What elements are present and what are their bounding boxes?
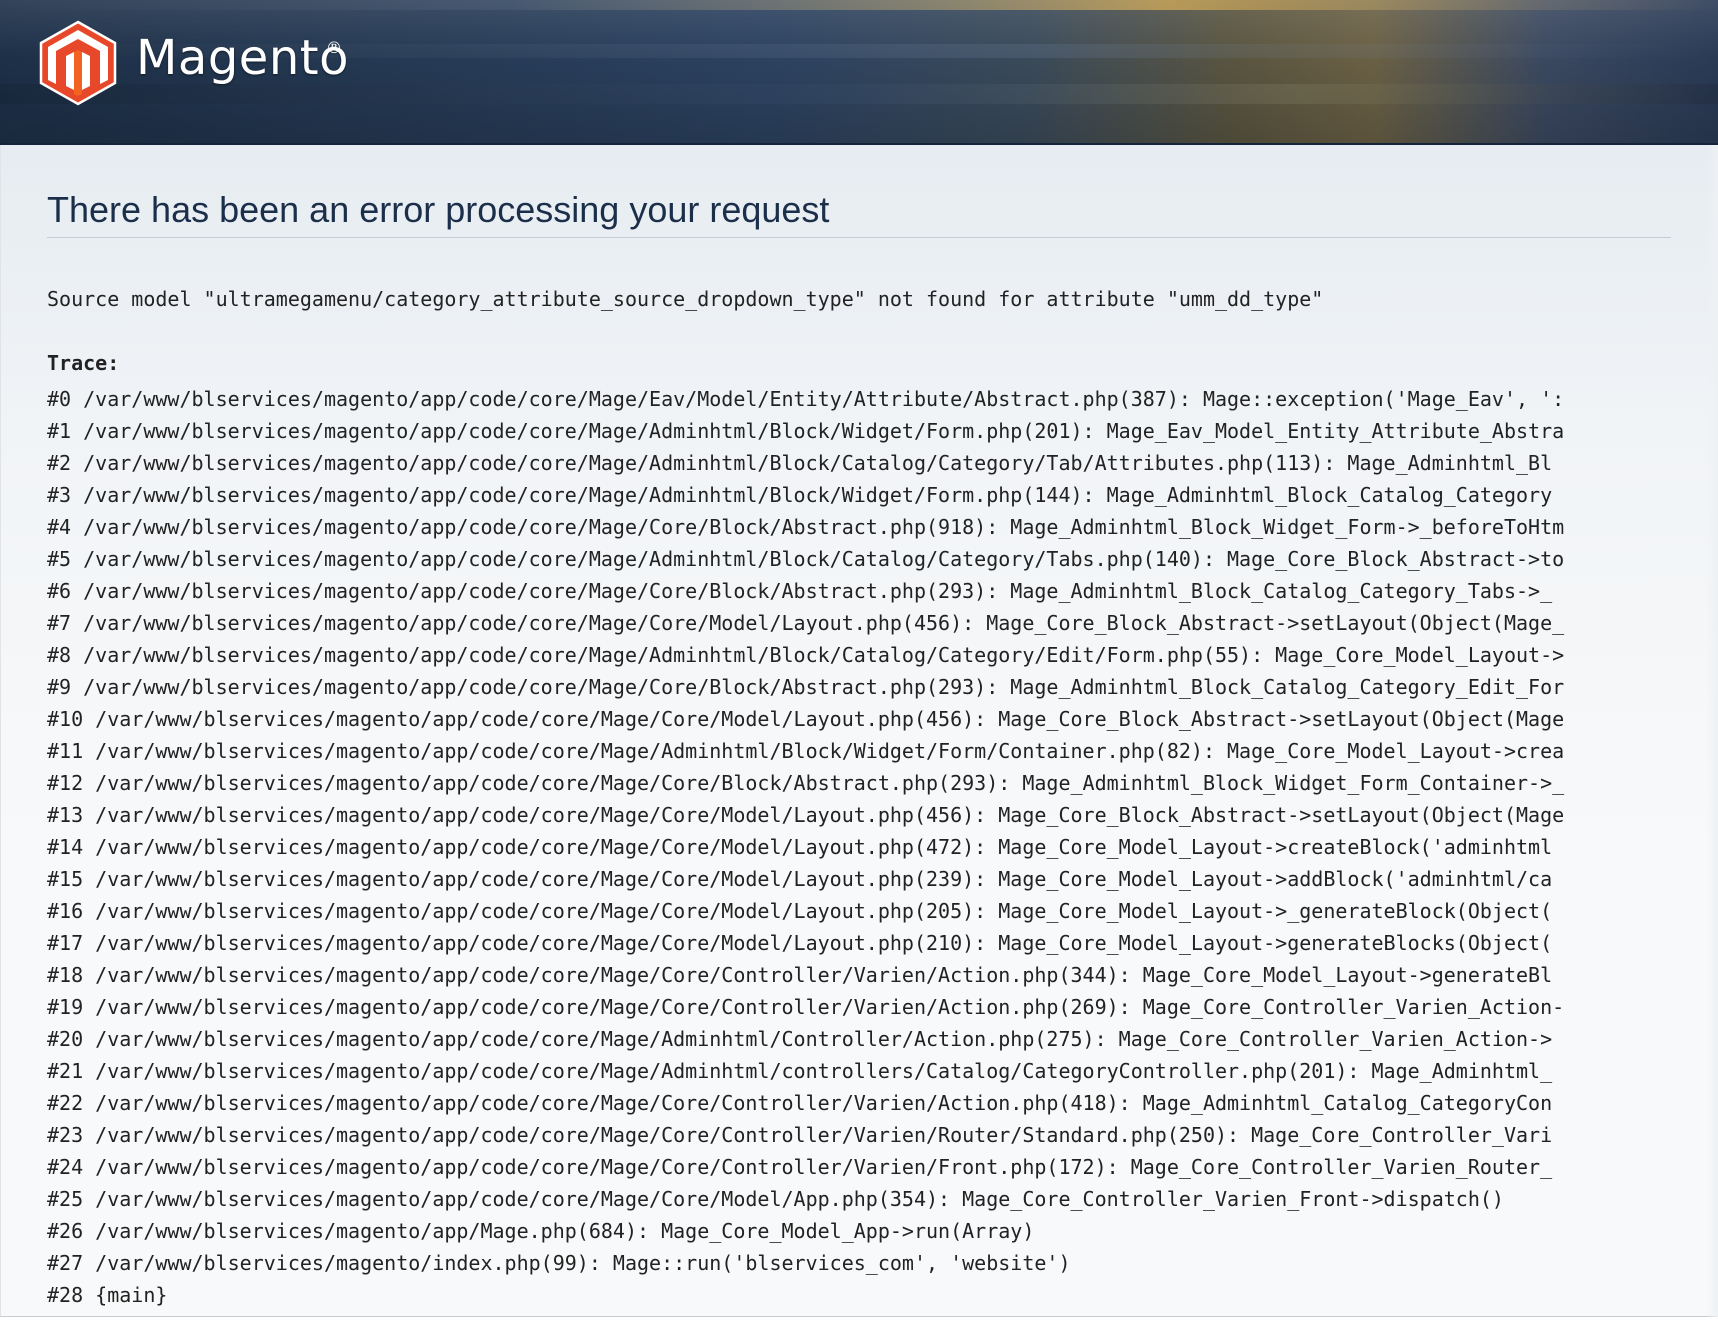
trace-line: #2 /var/www/blservices/magento/app/code/… <box>47 451 1553 475</box>
trace-line: #0 /var/www/blservices/magento/app/code/… <box>47 387 1565 411</box>
trace-line: #28 {main} <box>47 1283 168 1307</box>
trace-line: #7 /var/www/blservices/magento/app/code/… <box>47 611 1565 635</box>
brand-name[interactable]: Magento <box>136 30 349 86</box>
trace-line: #8 /var/www/blservices/magento/app/code/… <box>47 643 1565 667</box>
page-title: There has been an error processing your … <box>47 189 830 230</box>
trace-line: #13 /var/www/blservices/magento/app/code… <box>47 803 1565 827</box>
header-band-lower <box>0 84 1718 104</box>
trace-label: Trace: <box>47 351 120 375</box>
trace-line: #23 /var/www/blservices/magento/app/code… <box>47 1123 1553 1147</box>
trace-line: #16 /var/www/blservices/magento/app/code… <box>47 899 1553 923</box>
trace-line: #25 /var/www/blservices/magento/app/code… <box>47 1187 1504 1211</box>
trace-line: #15 /var/www/blservices/magento/app/code… <box>47 867 1553 891</box>
trace-line: #1 /var/www/blservices/magento/app/code/… <box>47 419 1565 443</box>
trace-line: #14 /var/www/blservices/magento/app/code… <box>47 835 1553 859</box>
trace-line: #10 /var/www/blservices/magento/app/code… <box>47 707 1565 731</box>
title-divider <box>47 237 1671 238</box>
page-header: Magento ® <box>0 0 1718 145</box>
error-message: Source model "ultramegamenu/category_att… <box>47 287 1324 311</box>
trace-line: #4 /var/www/blservices/magento/app/code/… <box>47 515 1565 539</box>
trace-line: #6 /var/www/blservices/magento/app/code/… <box>47 579 1553 603</box>
trace-line: #27 /var/www/blservices/magento/index.ph… <box>47 1251 1071 1275</box>
trace-line: #9 /var/www/blservices/magento/app/code/… <box>47 675 1565 699</box>
registered-mark: ® <box>326 38 342 57</box>
trace-line: #12 /var/www/blservices/magento/app/code… <box>47 771 1565 795</box>
page-edge <box>1706 145 1718 1317</box>
trace-line: #19 /var/www/blservices/magento/app/code… <box>47 995 1565 1019</box>
header-highlight <box>0 0 1718 10</box>
trace-line: #17 /var/www/blservices/magento/app/code… <box>47 931 1553 955</box>
trace-line: #21 /var/www/blservices/magento/app/code… <box>47 1059 1553 1083</box>
trace-line: #24 /var/www/blservices/magento/app/code… <box>47 1155 1553 1179</box>
trace-line: #3 /var/www/blservices/magento/app/code/… <box>47 483 1553 507</box>
magento-logo-icon[interactable] <box>38 20 118 106</box>
trace-line: #18 /var/www/blservices/magento/app/code… <box>47 963 1553 987</box>
trace-line: #26 /var/www/blservices/magento/app/Mage… <box>47 1219 1035 1243</box>
trace-line: #20 /var/www/blservices/magento/app/code… <box>47 1027 1553 1051</box>
trace-line: #22 /var/www/blservices/magento/app/code… <box>47 1091 1553 1115</box>
trace-line: #11 /var/www/blservices/magento/app/code… <box>47 739 1565 763</box>
trace-line: #5 /var/www/blservices/magento/app/code/… <box>47 547 1565 571</box>
error-page: There has been an error processing your … <box>0 145 1718 1317</box>
trace-list: #0 /var/www/blservices/magento/app/code/… <box>47 383 1671 1311</box>
